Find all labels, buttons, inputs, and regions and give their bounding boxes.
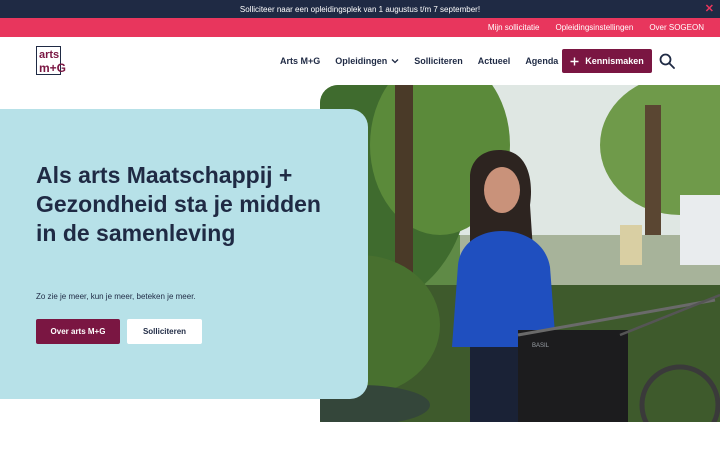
search-icon[interactable]	[659, 53, 675, 69]
logo-mark: arts m+G	[36, 46, 66, 75]
hero-card	[0, 109, 368, 399]
announcement-text: Solliciteer naar een opleidingsplek van …	[239, 4, 481, 14]
util-link-mijn-sollicitatie[interactable]: Mijn sollicitatie	[488, 23, 540, 32]
kennismaken-label: Kennismaken	[585, 56, 644, 66]
hero-subtitle: Zo zie je meer, kun je meer, beteken je …	[36, 292, 196, 301]
utility-nav: Mijn sollicitatie Opleidingsinstellingen…	[0, 18, 720, 37]
nav-item-label: Actueel	[477, 56, 511, 66]
plus-icon	[570, 57, 579, 65]
nav-item-agenda[interactable]: Agenda	[525, 56, 558, 66]
hero-photo: BASIL	[320, 85, 720, 422]
nav-item-arts-mg[interactable]: Arts M+G	[280, 56, 320, 66]
solliciteren-button[interactable]: Solliciteren	[127, 319, 202, 344]
main-nav: Arts M+G Opleidingen Solliciteren Actuee…	[280, 49, 558, 73]
nav-item-actueel[interactable]: Actueel	[478, 56, 511, 66]
close-icon[interactable]: ✕	[705, 3, 714, 15]
nav-item-opleidingen[interactable]: Opleidingen	[335, 56, 399, 66]
nav-item-label: Solliciteren	[414, 56, 463, 66]
basket-label: BASIL	[532, 343, 550, 349]
kennismaken-button[interactable]: Kennismaken	[562, 49, 652, 73]
logo[interactable]: arts m+G	[36, 46, 80, 76]
site-header: arts m+G Arts M+G Opleidingen Solliciter…	[0, 37, 720, 85]
hero-title: Als arts Maatschappij + Gezondheid sta j…	[36, 162, 321, 246]
chevron-down-icon	[391, 59, 399, 64]
over-arts-mg-button[interactable]: Over arts M+G	[36, 319, 120, 344]
nav-item-label: Arts M+G	[280, 56, 321, 66]
util-link-opleidingsinstellingen[interactable]: Opleidingsinstellingen	[555, 23, 633, 32]
logo-text-arts: arts	[39, 49, 59, 61]
hero-image-woman-with-bicycle: BASIL	[320, 85, 720, 422]
util-link-over-sogeon[interactable]: Over SOGEON	[649, 23, 704, 32]
nav-item-label: Agenda	[525, 56, 559, 66]
nav-item-solliciteren[interactable]: Solliciteren	[414, 56, 463, 66]
nav-item-label: Opleidingen	[335, 56, 388, 66]
logo-text-mg: m+G	[39, 61, 66, 75]
announcement-bar: Solliciteer naar een opleidingsplek van …	[0, 0, 720, 18]
